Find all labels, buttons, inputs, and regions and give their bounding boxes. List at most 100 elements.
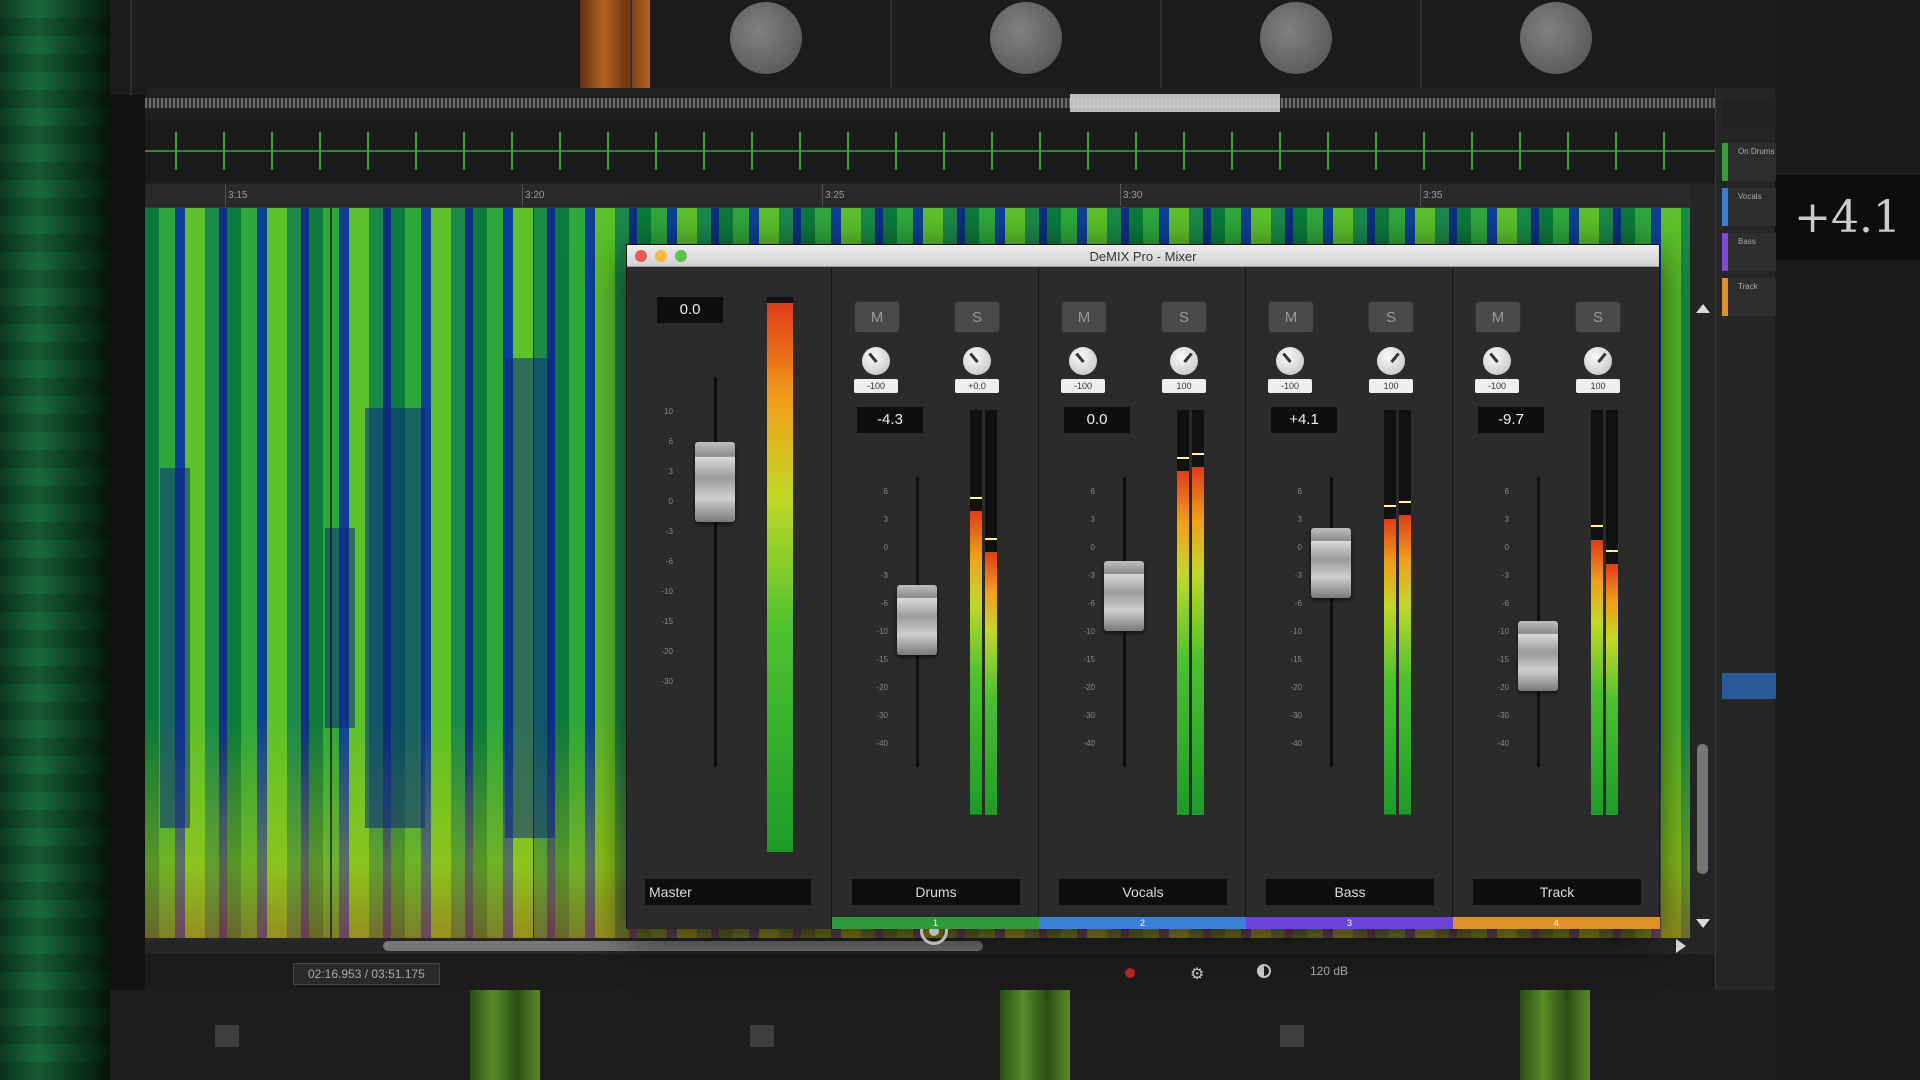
mute-button[interactable]: M <box>854 301 900 333</box>
mute-button[interactable]: M <box>1061 301 1107 333</box>
side-item-drums[interactable]: On Drums <box>1722 143 1776 181</box>
overview-selection[interactable] <box>1070 94 1280 112</box>
meter-peak <box>1192 452 1204 455</box>
meter-fill <box>1192 466 1204 815</box>
knob-icon <box>730 2 802 74</box>
contrast-icon[interactable] <box>1257 964 1271 978</box>
mixer-window: DeMIX Pro - Mixer 0.0 10 6 3 0 -3 -6 -10 -15 -20… <box>626 244 1660 945</box>
width-knob[interactable] <box>1170 347 1198 375</box>
scroll-down-icon[interactable] <box>1696 919 1710 928</box>
width-knob[interactable] <box>1377 347 1405 375</box>
pan-value[interactable]: -100 <box>1061 379 1105 393</box>
side-item-track[interactable]: Track <box>1722 278 1776 316</box>
vertical-scrollbar[interactable] <box>1690 184 1715 954</box>
master-gain-value[interactable]: 0.0 <box>657 297 723 323</box>
overview-waveform[interactable] <box>145 88 1715 118</box>
background-meter-green <box>470 990 540 1080</box>
channel-meter-left <box>970 410 982 815</box>
scroll-up-icon[interactable] <box>1696 304 1710 313</box>
background-knob-row <box>110 0 1920 95</box>
background-button <box>1280 1025 1304 1047</box>
waveform-baseline <box>145 150 1715 152</box>
waveform-transient <box>799 132 801 170</box>
meter-peak <box>970 497 982 500</box>
vertical-scroll-thumb[interactable] <box>1697 744 1708 874</box>
channel-gain-value[interactable]: -9.7 <box>1478 407 1544 433</box>
waveform-transient <box>655 132 657 170</box>
spectrogram-region <box>365 408 425 828</box>
side-item-vocals[interactable]: Vocals <box>1722 188 1776 226</box>
waveform-transient <box>991 132 993 170</box>
side-item-header <box>1722 98 1776 128</box>
channel-name-field[interactable]: Vocals <box>1059 879 1227 905</box>
width-value[interactable]: 100 <box>1576 379 1620 393</box>
channel-name-field[interactable]: Drums <box>852 879 1020 905</box>
meter-fill <box>985 551 997 815</box>
timeline-ruler[interactable]: 3:15 3:20 3:25 3:30 3:35 <box>145 184 1690 208</box>
waveform-transient <box>463 132 465 170</box>
channel-fader[interactable] <box>1104 561 1144 631</box>
pan-knob[interactable] <box>1276 347 1304 375</box>
channel-color-bar: 2 <box>1039 917 1246 929</box>
waveform-transient <box>1183 132 1185 170</box>
horizontal-scrollbar[interactable] <box>145 938 1690 954</box>
solo-button[interactable]: S <box>954 301 1000 333</box>
waveform-transient <box>511 132 513 170</box>
pan-value[interactable]: -100 <box>1268 379 1312 393</box>
background-meter-green <box>1000 990 1070 1080</box>
pan-value[interactable]: -100 <box>854 379 898 393</box>
solo-button[interactable]: S <box>1368 301 1414 333</box>
channel-meter-right <box>985 410 997 815</box>
channel-meter-left <box>1177 410 1189 815</box>
waveform-transient <box>1231 132 1233 170</box>
record-icon[interactable] <box>1125 968 1135 978</box>
background-meter-green <box>1520 990 1590 1080</box>
track-color-bar <box>1722 188 1728 226</box>
mute-button[interactable]: M <box>1268 301 1314 333</box>
width-knob[interactable] <box>963 347 991 375</box>
waveform-transient <box>1423 132 1425 170</box>
master-fader[interactable] <box>695 442 735 522</box>
pan-knob[interactable] <box>862 347 890 375</box>
background-divider <box>630 0 632 95</box>
side-item-selected[interactable] <box>1722 673 1776 699</box>
solo-button[interactable]: S <box>1161 301 1207 333</box>
scroll-right-icon[interactable] <box>1676 939 1686 953</box>
side-item-bass[interactable]: Bass <box>1722 233 1776 271</box>
waveform-transient <box>1135 132 1137 170</box>
meter-peak <box>1591 525 1603 528</box>
channel-gain-value[interactable]: +4.1 <box>1271 407 1337 433</box>
channel-gain-value[interactable]: 0.0 <box>1064 407 1130 433</box>
solo-button[interactable]: S <box>1575 301 1621 333</box>
channel-fader[interactable] <box>1518 621 1558 691</box>
gear-icon[interactable]: ⚙ <box>1190 964 1204 984</box>
channel-gain-value[interactable]: -4.3 <box>857 407 923 433</box>
width-knob[interactable] <box>1584 347 1612 375</box>
db-range[interactable]: 120 dB <box>1310 964 1348 978</box>
mixer-title-bar[interactable]: DeMIX Pro - Mixer <box>627 245 1659 267</box>
background-right-panel: +4.1 <box>1775 0 1920 1080</box>
pan-knob[interactable] <box>1069 347 1097 375</box>
spectrogram-region <box>505 358 555 838</box>
pan-value[interactable]: -100 <box>1475 379 1519 393</box>
knob-icon <box>1520 2 1592 74</box>
channel-fader-scale: 6 3 0 -3 -6 -10 -15 -20 -30 -40 <box>876 487 888 748</box>
channel-name-field[interactable]: Bass <box>1266 879 1434 905</box>
horizontal-scroll-thumb[interactable] <box>383 941 983 951</box>
track-side-panel: On Drums Vocals Bass Track <box>1715 88 1776 990</box>
ruler-tick: 3:15 <box>224 184 248 206</box>
mute-button[interactable]: M <box>1475 301 1521 333</box>
side-item-label: On Drums <box>1738 147 1775 156</box>
width-value[interactable]: +0.0 <box>955 379 999 393</box>
meter-fill <box>1399 515 1411 815</box>
channel-fader[interactable] <box>1311 528 1351 598</box>
status-bar: 02:16.953 / 03:51.175 ⚙ 120 dB <box>145 954 1715 990</box>
width-value[interactable]: 100 <box>1162 379 1206 393</box>
track-waveform[interactable] <box>145 120 1715 182</box>
master-name-field[interactable]: Master <box>645 879 811 905</box>
waveform-transient <box>367 132 369 170</box>
width-value[interactable]: 100 <box>1369 379 1413 393</box>
channel-fader[interactable] <box>897 585 937 655</box>
pan-knob[interactable] <box>1483 347 1511 375</box>
channel-name-field[interactable]: Track <box>1473 879 1641 905</box>
